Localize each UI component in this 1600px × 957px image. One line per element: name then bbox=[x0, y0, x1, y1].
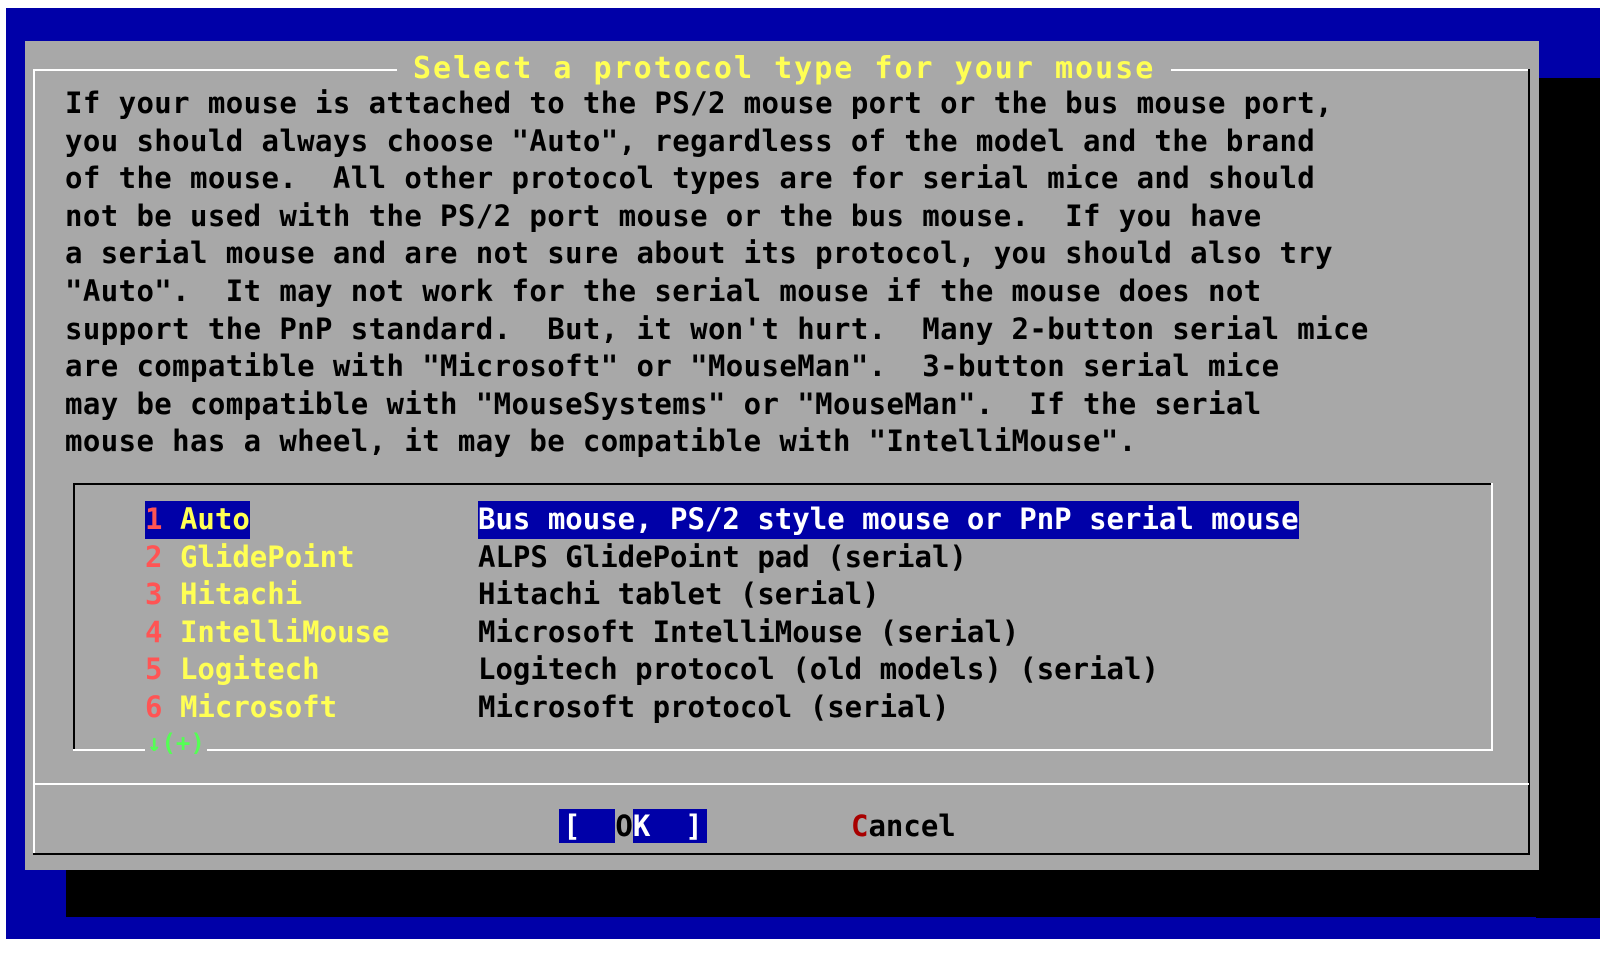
list-item-name: Logitech bbox=[179, 652, 320, 687]
ok-button-open: [ bbox=[563, 809, 616, 843]
cancel-button-hotkey: C bbox=[851, 809, 869, 843]
list-item-hotkey: 6 bbox=[145, 689, 163, 724]
listbox-frame-top bbox=[73, 483, 1493, 485]
list-item-key: 2 GlidePoint bbox=[145, 539, 355, 577]
ok-button[interactable]: [ OK ] bbox=[559, 809, 707, 843]
list-item-description: Bus mouse, PS/2 style mouse or PnP seria… bbox=[478, 501, 1299, 539]
dialog-description: If your mouse is attached to the PS/2 mo… bbox=[65, 86, 1369, 459]
frame-left bbox=[33, 69, 35, 853]
list-item-key: 4 IntelliMouse bbox=[145, 614, 389, 652]
listbox-frame-left bbox=[73, 483, 75, 751]
cancel-button[interactable]: Cancel bbox=[851, 809, 956, 843]
ok-button-rest: K ] bbox=[632, 809, 703, 843]
list-item-description: Microsoft protocol (serial) bbox=[478, 689, 950, 724]
button-separator bbox=[33, 783, 1529, 785]
frame-right bbox=[1528, 69, 1530, 855]
list-item-hotkey: 1 bbox=[145, 502, 163, 536]
list-item-hotkey: 5 bbox=[145, 652, 163, 687]
dialog-title: Select a protocol type for your mouse bbox=[397, 53, 1172, 85]
list-item-description: Logitech protocol (old models) (serial) bbox=[478, 652, 1159, 687]
mouse-protocol-dialog: Select a protocol type for your mouse If… bbox=[25, 41, 1539, 870]
list-item-key: 3 Hitachi bbox=[145, 576, 302, 614]
list-item-description: Microsoft IntelliMouse (serial) bbox=[478, 614, 1020, 649]
list-item-hotkey: 3 bbox=[145, 577, 163, 612]
list-item-name: Microsoft bbox=[179, 689, 338, 724]
list-item-key: 5 Logitech bbox=[145, 651, 320, 689]
list-item-key: 6 Microsoft bbox=[145, 689, 337, 727]
ok-button-hotkey: O bbox=[615, 809, 633, 843]
list-item-hotkey: 2 bbox=[145, 539, 163, 574]
list-item-name: IntelliMouse bbox=[179, 614, 390, 649]
listbox-frame-bottom bbox=[73, 749, 1493, 751]
list-item-name: GlidePoint bbox=[179, 539, 355, 574]
list-item-hotkey: 4 bbox=[145, 614, 163, 649]
listbox-frame-right bbox=[1491, 483, 1493, 751]
dialog-shadow-right bbox=[1536, 78, 1600, 918]
more-items-indicator[interactable]: ↓(+) bbox=[145, 730, 207, 756]
list-item-name: Hitachi bbox=[179, 577, 303, 612]
list-item-name: Auto bbox=[179, 502, 250, 536]
list-item-description: Hitachi tablet (serial) bbox=[478, 577, 880, 612]
list-item-description: ALPS GlidePoint pad (serial) bbox=[478, 539, 967, 574]
console-screen: Select a protocol type for your mouse If… bbox=[6, 8, 1600, 939]
list-item-key: 1 Auto bbox=[145, 501, 250, 539]
cancel-button-rest: ancel bbox=[868, 809, 956, 843]
dialog-shadow-bottom bbox=[66, 869, 1600, 917]
frame-bottom bbox=[33, 853, 1530, 855]
